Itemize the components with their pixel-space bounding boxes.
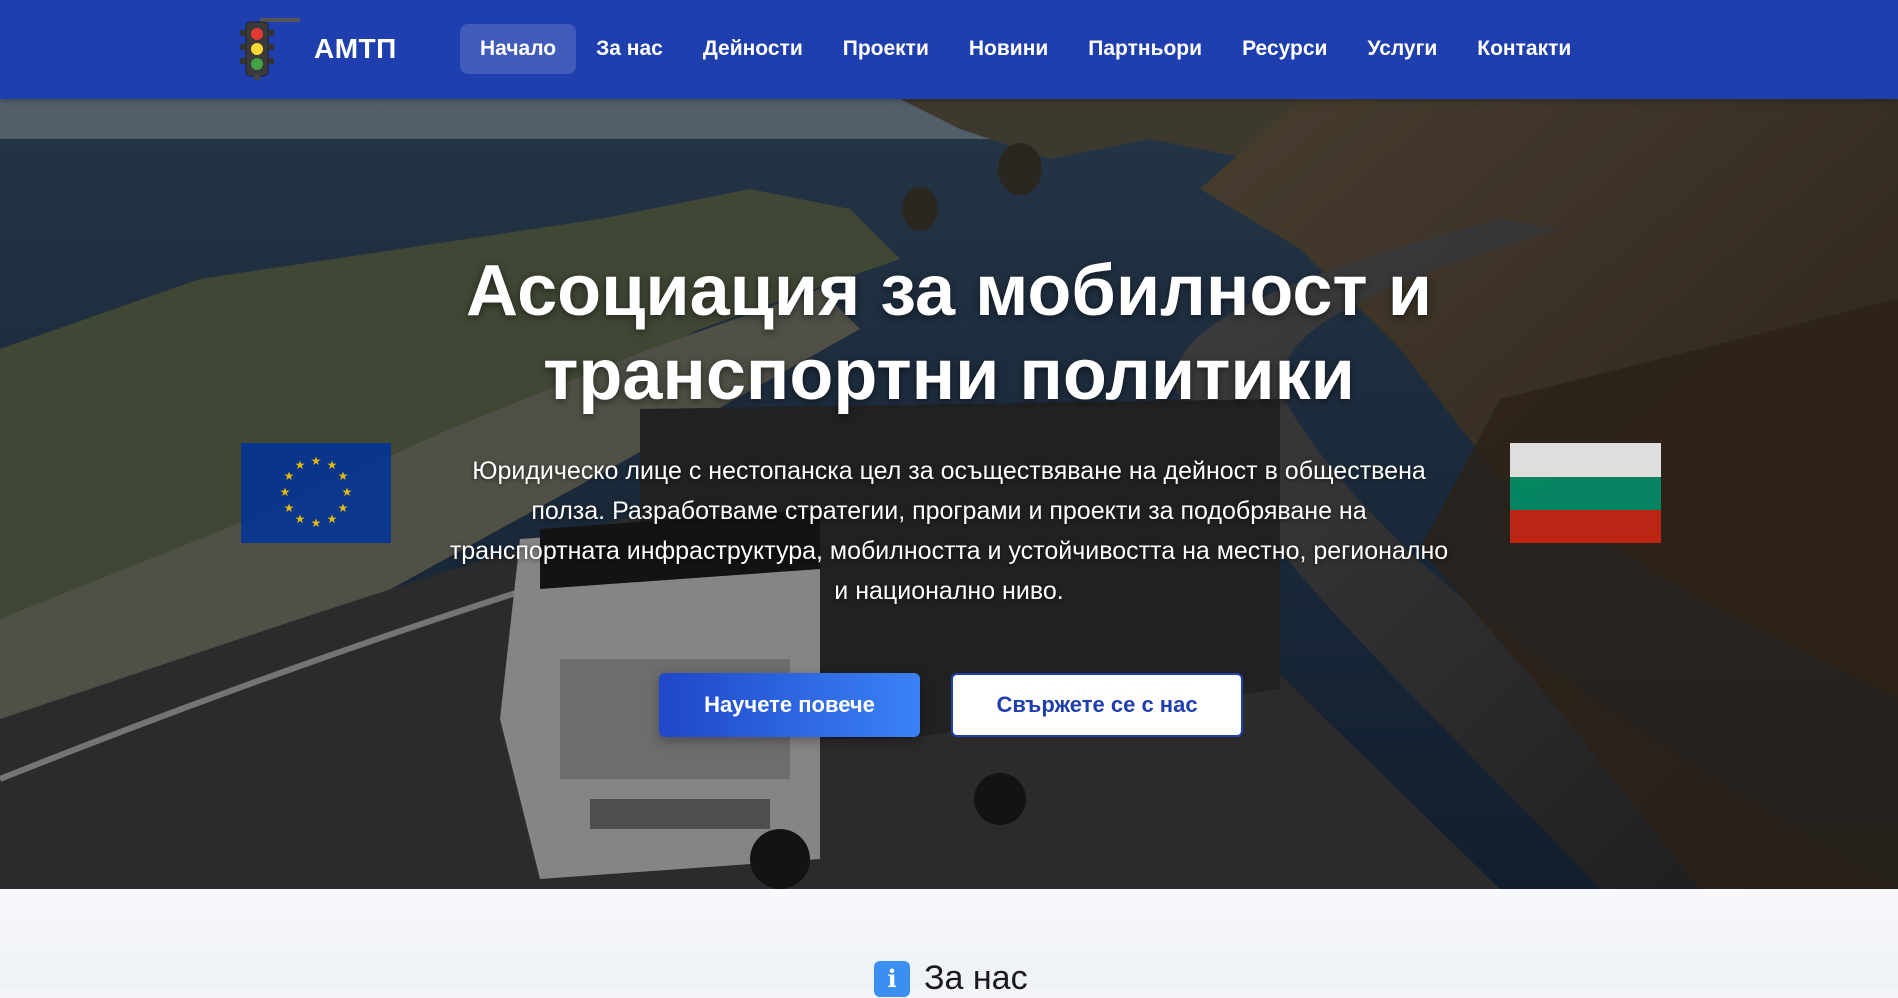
brand-home-link[interactable]: АМТП	[238, 18, 397, 80]
traffic-light-icon	[240, 18, 300, 80]
bulgaria-flag-icon	[1510, 443, 1661, 543]
svg-text:★: ★	[311, 454, 322, 468]
svg-text:★: ★	[280, 485, 291, 499]
info-icon: i	[874, 960, 910, 997]
nav-item-resources[interactable]: Ресурси	[1222, 24, 1347, 74]
nav-item-news[interactable]: Новини	[949, 24, 1068, 74]
nav-item-home[interactable]: Начало	[460, 24, 577, 74]
main-nav: Начало За нас Дейности Проекти Новини Па…	[460, 24, 1591, 74]
about-title: За нас	[924, 959, 1028, 997]
nav-item-activities[interactable]: Дейности	[683, 24, 823, 74]
nav-item-projects[interactable]: Проекти	[823, 24, 949, 74]
svg-text:★: ★	[327, 458, 338, 472]
hero-section: Асоциация за мобилност и транспортни пол…	[0, 99, 1898, 889]
nav-item-partners[interactable]: Партньори	[1068, 24, 1222, 74]
svg-text:★: ★	[342, 485, 353, 499]
svg-text:★: ★	[327, 512, 338, 526]
svg-text:★: ★	[284, 501, 295, 515]
svg-text:★: ★	[284, 469, 295, 483]
hero-title: Асоциация за мобилност и транспортни пол…	[466, 251, 1432, 415]
nav-item-services[interactable]: Услуги	[1347, 24, 1457, 74]
brand-name: АМТП	[314, 33, 397, 64]
contact-us-button[interactable]: Свържете се с нас	[951, 673, 1243, 737]
svg-text:★: ★	[338, 501, 349, 515]
nav-item-about[interactable]: За нас	[576, 24, 683, 74]
about-section: i За нас	[0, 889, 1898, 997]
nav-item-contacts[interactable]: Контакти	[1457, 24, 1591, 74]
svg-text:★: ★	[295, 512, 306, 526]
svg-text:★: ★	[295, 458, 306, 472]
top-navbar: АМТП Начало За нас Дейности Проекти Нови…	[0, 0, 1898, 99]
svg-text:★: ★	[311, 516, 322, 530]
eu-flag-icon: ★ ★ ★ ★ ★ ★ ★ ★ ★ ★ ★ ★	[241, 443, 391, 543]
hero-buttons: Научете повече Свържете се с нас	[659, 673, 1243, 737]
svg-text:★: ★	[338, 469, 349, 483]
about-heading: i За нас	[874, 959, 1028, 998]
learn-more-button[interactable]: Научете повече	[659, 673, 920, 737]
hero-description: Юридическо лице с нестопанска цел за осъ…	[449, 457, 1449, 605]
